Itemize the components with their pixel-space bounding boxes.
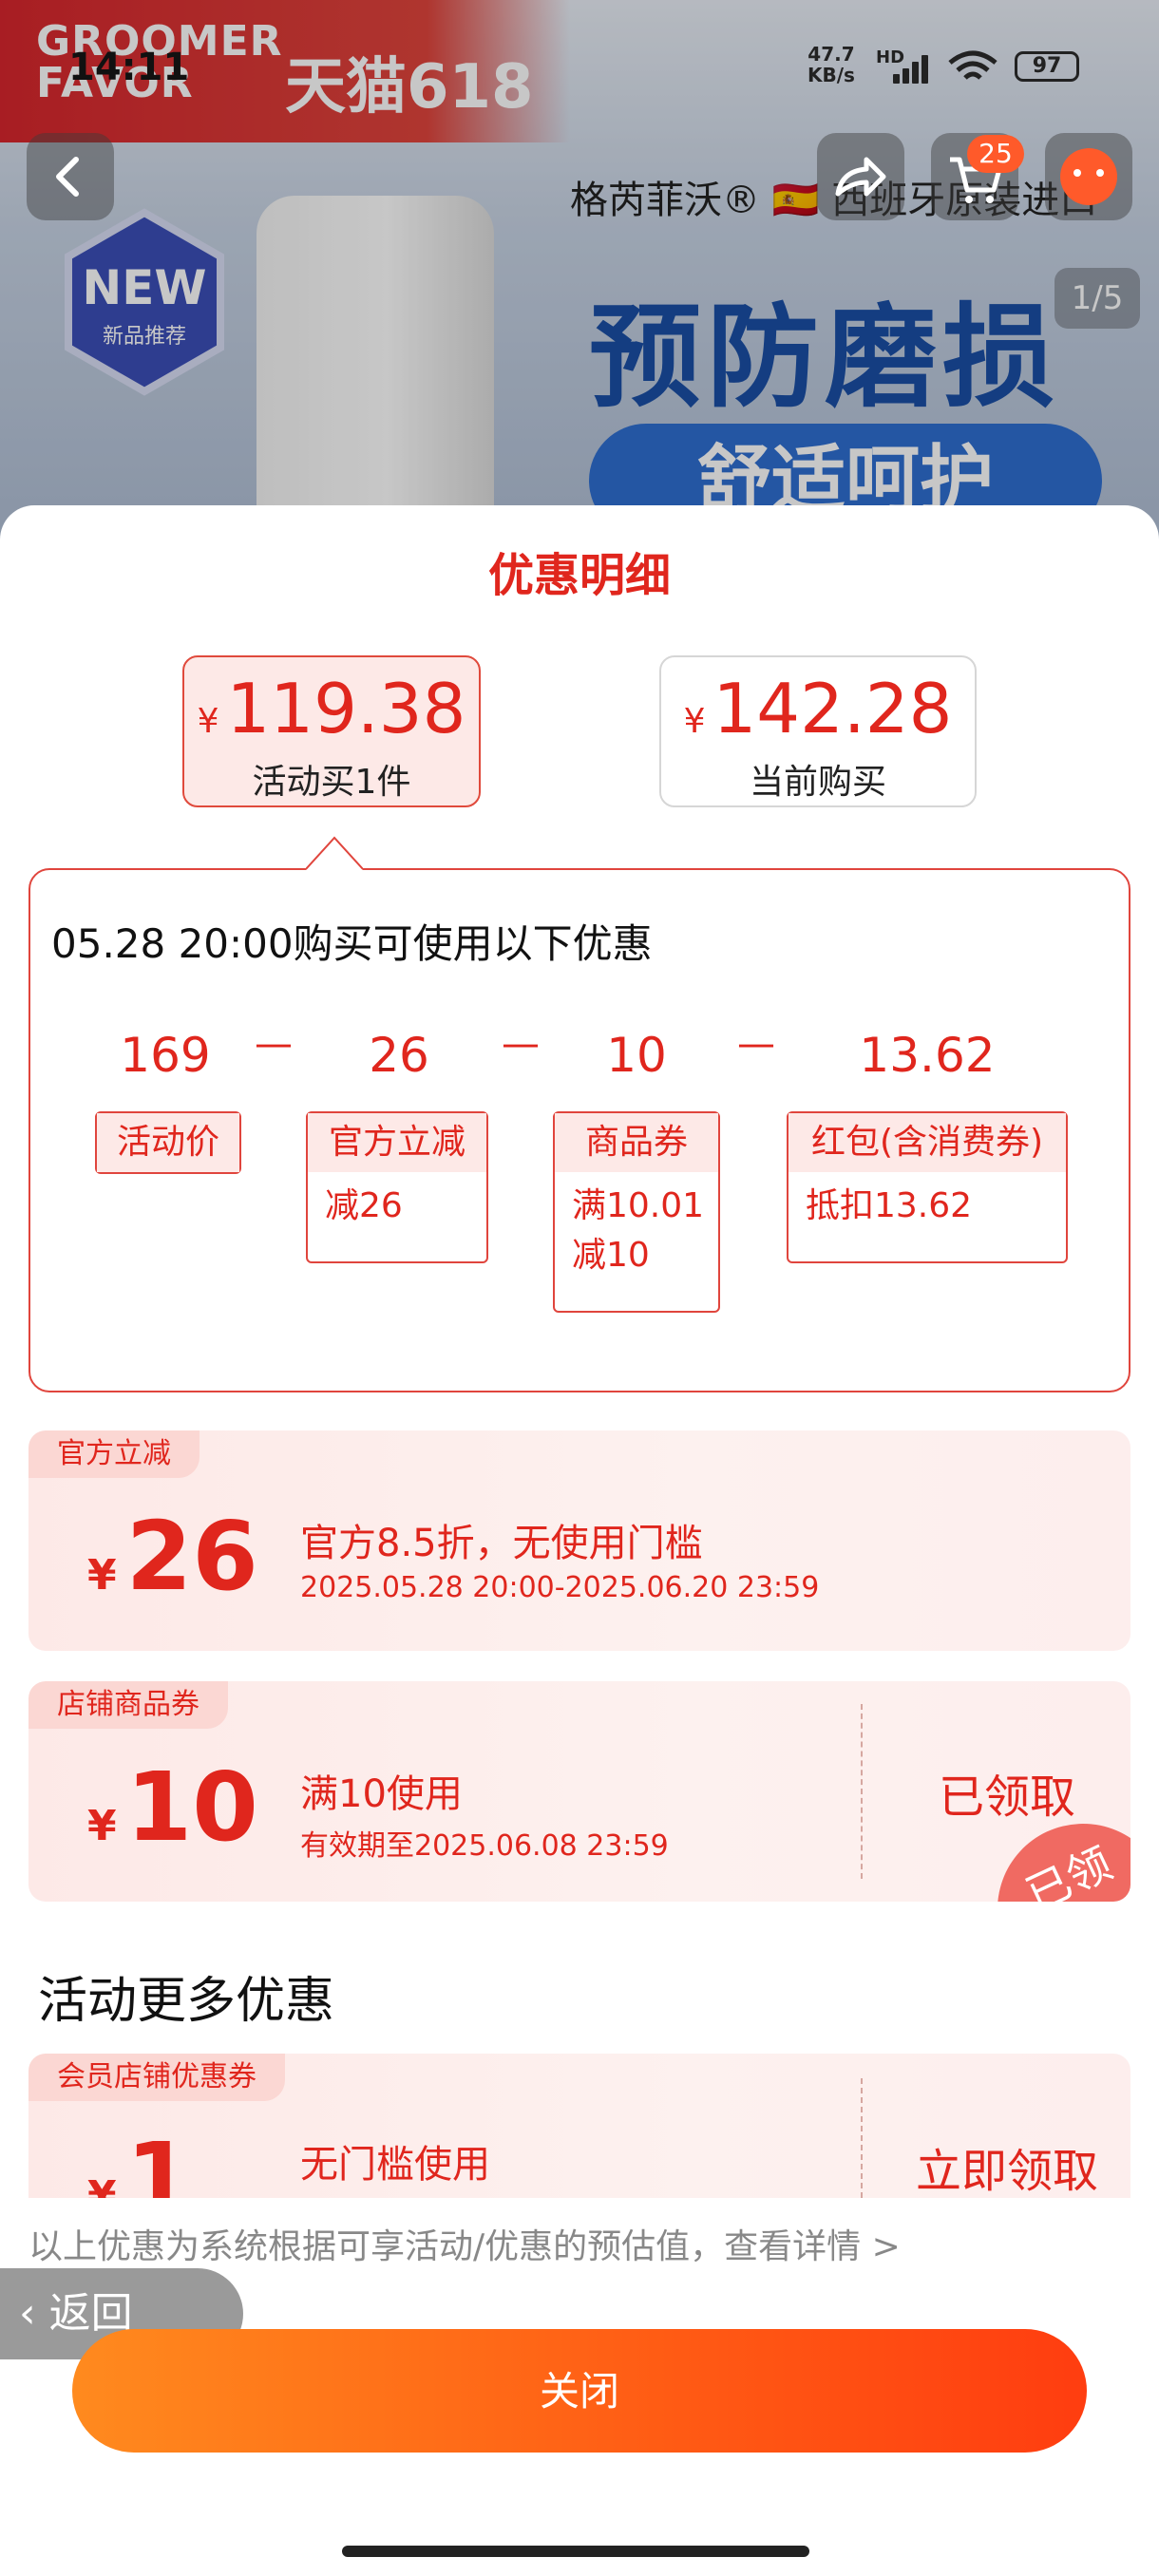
tag-title: 官方立减 [308, 1113, 486, 1172]
battery-indicator: 97 [1015, 51, 1079, 82]
card-amount: ¥10 [87, 1755, 258, 1879]
breakdown-header: 05.28 20:00购买可使用以下优惠 [51, 920, 653, 967]
chevron-left-icon [56, 157, 79, 197]
tag-body: 满10.01 减10 [572, 1186, 705, 1275]
more-options-button[interactable] [1045, 133, 1132, 220]
store-coupon-card: 店铺商品券 ¥10 满10使用 有效期至2025.06.08 23:59 已领取… [28, 1681, 1130, 1902]
tag-activity-price: 活动价 [95, 1111, 241, 1174]
coupon-claimed-button[interactable]: 已领取 [884, 1759, 1130, 1826]
signal-icon [893, 53, 931, 84]
currency-symbol: ¥ [683, 702, 706, 741]
tag-product-coupon: 商品券 满10.01 减10 [553, 1111, 720, 1313]
tag-red-packet: 红包(含消费券) 抵扣13.62 [787, 1111, 1068, 1263]
formula-minus: — [502, 1022, 540, 1066]
price-option-activity[interactable]: ¥119.38 活动买1件 [182, 655, 481, 807]
chevron-left-icon: ‹ [19, 2289, 36, 2338]
tag-title: 活动价 [97, 1113, 239, 1172]
sheet-title: 优惠明细 [487, 549, 671, 602]
formula-activity-price: 169 [120, 1028, 211, 1083]
amount-value: 26 [125, 1501, 258, 1612]
card-description: 官方8.5折，无使用门槛 [300, 1522, 703, 1565]
card-amount: ¥26 [87, 1505, 258, 1628]
callout-pointer [306, 836, 363, 870]
tag-body: 减26 [325, 1186, 403, 1225]
formula-official-discount: 26 [369, 1028, 429, 1083]
currency-symbol: ¥ [87, 1802, 117, 1850]
formula-minus: — [737, 1022, 775, 1066]
claim-now-button[interactable]: 立即领取 [884, 2133, 1130, 2198]
card-divider [861, 2078, 863, 2198]
formula-minus: — [255, 1022, 293, 1066]
tag-body: 抵扣13.62 [806, 1186, 973, 1225]
more-dots-icon [1060, 148, 1117, 205]
cart-count-badge: 25 [967, 135, 1024, 173]
price-option-label: 活动买1件 [252, 763, 411, 802]
formula-red-packet: 13.62 [859, 1028, 996, 1083]
price-option-price: ¥119.38 [184, 669, 479, 748]
amount-value: 1 [125, 2122, 193, 2199]
card-tag: 会员店铺优惠券 [28, 2054, 285, 2101]
network-speed: 47.7 KB/s [808, 44, 855, 85]
card-tag: 店铺商品券 [28, 1681, 228, 1729]
currency-symbol: ¥ [87, 1551, 117, 1600]
price-option-price: ¥142.28 [661, 669, 975, 748]
price-value: 142.28 [712, 669, 953, 748]
share-button[interactable] [817, 133, 904, 220]
back-button[interactable] [27, 133, 114, 220]
estimate-footnote-link[interactable]: 以上优惠为系统根据可享活动/优惠的预估值，查看详情 > [28, 2219, 901, 2268]
card-description: 无门槛使用 [300, 2143, 490, 2187]
card-validity: 2025.05.28 20:00-2025.06.20 23:59 [300, 1571, 820, 1604]
card-divider [861, 1704, 863, 1879]
card-tag: 官方立减 [28, 1430, 200, 1478]
price-option-label: 当前购买 [749, 763, 886, 802]
amount-value: 10 [125, 1752, 258, 1863]
official-discount-card: 官方立减 ¥26 官方8.5折，无使用门槛 2025.05.28 20:00-2… [28, 1430, 1130, 1651]
status-bar: 14:11 47.7 KB/s HD 97 [0, 28, 1159, 104]
card-description: 满10使用 [300, 1772, 463, 1816]
formula-coupon: 10 [606, 1028, 667, 1083]
wifi-icon [948, 50, 998, 80]
tag-title: 商品券 [555, 1113, 718, 1172]
home-indicator[interactable] [342, 2546, 809, 2557]
card-amount: ¥1 [87, 2126, 192, 2199]
tag-title: 红包(含消费券) [788, 1113, 1066, 1172]
network-speed-value: 47.7 [808, 43, 855, 66]
more-offers-title: 活动更多优惠 [38, 1973, 335, 2030]
tag-official-discount: 官方立减 减26 [306, 1111, 488, 1263]
share-icon [835, 157, 886, 197]
network-speed-unit: KB/s [808, 64, 855, 86]
price-value: 119.38 [226, 669, 466, 748]
status-time: 14:11 [68, 46, 190, 89]
currency-symbol: ¥ [87, 2172, 117, 2198]
card-validity: 有效期至2025.06.08 23:59 [300, 1829, 669, 1863]
currency-symbol: ¥ [197, 702, 219, 741]
close-button[interactable]: 关闭 [72, 2329, 1087, 2453]
price-option-current[interactable]: ¥142.28 当前购买 [659, 655, 977, 807]
member-coupon-card: 会员店铺优惠券 ¥1 无门槛使用 立即领取 [28, 2054, 1130, 2198]
